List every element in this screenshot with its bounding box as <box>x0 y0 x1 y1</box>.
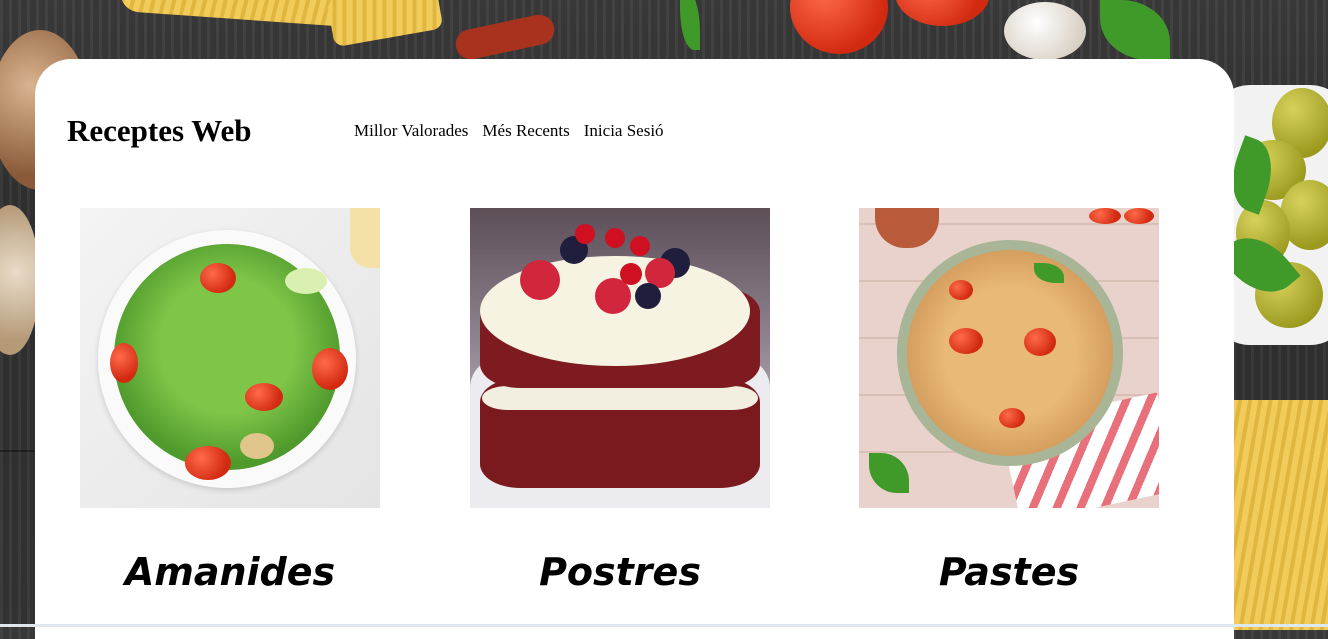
category-label-pastas[interactable]: Pastes <box>859 550 1159 594</box>
site-title[interactable]: Receptes Web <box>67 113 252 149</box>
category-label-desserts[interactable]: Postres <box>470 550 770 594</box>
main-nav: Millor Valorades Més Recents Inicia Sesi… <box>354 121 664 141</box>
category-card-desserts[interactable]: Postres <box>470 208 770 594</box>
salad-photo[interactable] <box>80 208 380 508</box>
main-card: Receptes Web Millor Valorades Més Recent… <box>35 59 1234 639</box>
pasta-bowl-photo[interactable] <box>859 208 1159 508</box>
category-label-salads[interactable]: Amanides <box>80 550 380 594</box>
nav-link-top-rated[interactable]: Millor Valorades <box>354 121 468 141</box>
nav-link-login[interactable]: Inicia Sesió <box>584 121 664 141</box>
category-card-salads[interactable]: Amanides <box>80 208 380 594</box>
nav-link-most-recent[interactable]: Més Recents <box>482 121 569 141</box>
category-card-pastas[interactable]: Pastes <box>859 208 1159 594</box>
red-velvet-cake-photo[interactable] <box>470 208 770 508</box>
